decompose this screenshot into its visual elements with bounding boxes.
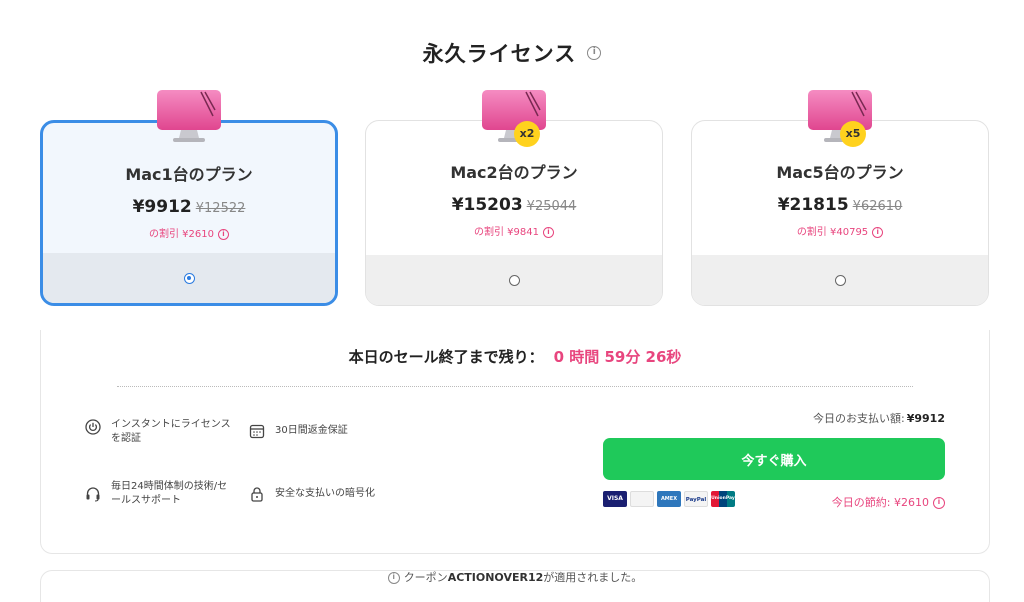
plan-name: Mac2台のプラン	[450, 163, 578, 182]
coupon-prefix: クーポン	[403, 571, 448, 584]
plan-card-foot	[692, 255, 988, 305]
headset-icon	[86, 487, 100, 502]
payment-methods: VISAmastercardAMEXPayPalUnionPay	[603, 491, 738, 510]
info-circle-icon[interactable]: i	[218, 228, 229, 240]
plan-price: ¥15203	[451, 195, 523, 215]
price-row: ¥15203 ¥25044	[366, 195, 662, 215]
price-row: ¥9912 ¥12522	[43, 197, 335, 217]
checkout-panel: 本日のセール終了まで残り： 0 時間 59分 26秒 インスタントにライセンスを認…	[40, 330, 990, 554]
discount-row: の割引 ¥2610 i	[43, 225, 335, 240]
payment-total: 今日のお支払い額: ¥9912	[813, 410, 945, 426]
plan-card-2[interactable]: Mac2台のプラン ¥15203 ¥25044 の割引 ¥9841 i	[365, 120, 663, 306]
quantity-badge: x2	[514, 121, 540, 147]
plan-card-3[interactable]: Mac5台のプラン ¥21815 ¥62610 の割引 ¥40795 i	[691, 120, 989, 306]
discount-row: の割引 ¥40795 i	[692, 223, 988, 238]
savings-text: 今日の節約: ¥2610	[831, 496, 929, 509]
calendar-icon	[249, 424, 265, 439]
plan-card-foot	[43, 253, 335, 303]
discount-row: の割引 ¥9841 i	[366, 223, 662, 238]
plan-name: Mac1台のプラン	[125, 165, 253, 184]
plan-card-1[interactable]: Mac1台のプラン ¥9912 ¥12522 の割引 ¥2610 i	[40, 120, 338, 306]
info-circle-icon: i	[387, 572, 400, 584]
power-icon	[85, 419, 101, 435]
feature-text: 30日間返金保証	[275, 425, 348, 436]
plan-discount: の割引 ¥2610	[149, 229, 214, 240]
info-circle-icon[interactable]: i	[543, 226, 554, 238]
coupon-code: ACTIONOVER12	[447, 571, 544, 584]
info-circle-icon[interactable]: i	[872, 226, 884, 238]
plan-card-foot	[366, 255, 662, 305]
plan-old-price: ¥12522	[195, 201, 246, 216]
buy-now-button[interactable]: 今すぐ購入	[603, 438, 945, 480]
coupon-message: i クーポンACTIONOVER12が適用されました。	[41, 571, 989, 585]
savings-row: 今日の節約: ¥2610 i	[832, 494, 945, 510]
unionpay-icon: UnionPay	[711, 491, 735, 507]
plan-cards: Mac1台のプラン ¥9912 ¥12522 の割引 ¥2610 i Mac2台のプ…	[0, 0, 1024, 320]
plan-radio-1[interactable]	[184, 273, 195, 284]
timer-value: 0 時間 59分 26秒	[553, 348, 682, 366]
visa-icon: VISA	[603, 491, 627, 507]
lock-icon	[251, 487, 263, 502]
divider	[117, 386, 913, 387]
info-circle-icon[interactable]: i	[933, 497, 945, 509]
timer-label: 本日のセール終了まで残り：	[348, 348, 544, 366]
feature-text: 毎日24時間体制の技術/セールスサポート	[111, 481, 228, 506]
mastercard-icon: mastercard	[630, 491, 654, 507]
feature-text: インスタントにライセンスを認証	[111, 419, 231, 444]
plan-discount: の割引 ¥40795	[796, 227, 869, 238]
coupon-bar: i クーポンACTIONOVER12が適用されました。	[40, 570, 990, 602]
price-row: ¥21815 ¥62610	[692, 195, 988, 215]
payment-total-label: 今日のお支払い額:	[813, 412, 905, 425]
paypal-icon: PayPal	[684, 491, 708, 507]
quantity-badge: x5	[840, 121, 866, 147]
cleanmymac-icon	[157, 90, 221, 142]
coupon-suffix: が適用されました。	[543, 571, 643, 584]
plan-price: ¥21815	[777, 195, 849, 215]
plan-price: ¥9912	[132, 197, 192, 217]
plan-old-price: ¥25044	[526, 199, 577, 214]
plan-radio-2[interactable]	[509, 275, 520, 286]
plan-discount: の割引 ¥9841	[474, 227, 539, 238]
amex-icon: AMEX	[657, 491, 681, 507]
plan-old-price: ¥62610	[852, 199, 903, 214]
plan-radio-3[interactable]	[835, 275, 846, 286]
sale-timer: 本日のセール終了まで残り： 0 時間 59分 26秒	[41, 346, 989, 367]
payment-total-value: ¥9912	[906, 412, 945, 425]
plan-name: Mac5台のプラン	[776, 163, 904, 182]
feature-text: 安全な支払いの暗号化	[275, 488, 375, 499]
